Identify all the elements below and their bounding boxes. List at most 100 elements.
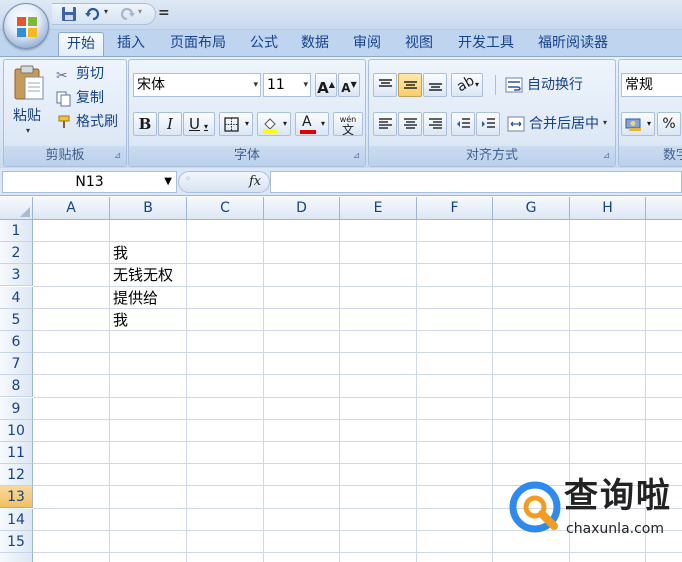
- align-top-button[interactable]: [373, 73, 397, 97]
- align-center-icon: [404, 118, 417, 129]
- cut-button[interactable]: 剪切: [76, 62, 104, 86]
- percent-style-button[interactable]: %: [657, 112, 681, 136]
- row-header-15[interactable]: 15: [0, 530, 33, 553]
- font-name-value: 宋体: [137, 77, 165, 93]
- number-format-combo[interactable]: 常规: [621, 73, 682, 97]
- column-header-f[interactable]: F: [417, 197, 493, 220]
- row-header-9[interactable]: 9: [0, 397, 33, 420]
- undo-dropdown-icon[interactable]: ▾: [104, 7, 108, 16]
- row-header-6[interactable]: 6: [0, 331, 33, 353]
- row-header-10[interactable]: 10: [0, 419, 33, 442]
- select-all-button[interactable]: [0, 197, 33, 220]
- shrink-font-icon[interactable]: A▼: [338, 73, 360, 97]
- underline-label: U: [189, 115, 200, 133]
- tab-foxit-reader[interactable]: 福昕阅读器: [530, 32, 616, 56]
- orientation-dropdown-icon[interactable]: ▾: [475, 74, 479, 96]
- align-right-button[interactable]: [423, 112, 447, 136]
- wrap-text-button[interactable]: 自动换行: [527, 73, 583, 97]
- tab-formulas[interactable]: 公式: [244, 32, 284, 56]
- copy-button[interactable]: 复制: [76, 86, 104, 110]
- orientation-button[interactable]: ab ▾: [451, 73, 483, 97]
- name-box[interactable]: N13 ▼: [2, 171, 177, 193]
- accounting-format-button[interactable]: ▾: [621, 112, 655, 136]
- column-header-e[interactable]: E: [340, 197, 417, 220]
- phonetic-guide-button[interactable]: wén 文: [333, 112, 363, 136]
- row-header-1[interactable]: 1: [0, 220, 33, 242]
- row-header-8[interactable]: 8: [0, 375, 33, 398]
- column-header-b[interactable]: B: [110, 197, 187, 220]
- cell-b2[interactable]: 我: [110, 242, 128, 264]
- row-header-partial[interactable]: [0, 553, 33, 562]
- merge-center-button[interactable]: 合并后居中: [529, 112, 599, 136]
- align-left-button[interactable]: [373, 112, 397, 136]
- insert-function-icon[interactable]: fx: [249, 172, 261, 192]
- column-header-h[interactable]: H: [570, 197, 646, 220]
- column-header-d[interactable]: D: [264, 197, 340, 220]
- column-header-g[interactable]: G: [493, 197, 570, 220]
- redo-dropdown-icon[interactable]: ▾: [138, 7, 142, 16]
- row-header-3[interactable]: 3: [0, 264, 33, 287]
- font-launcher-icon[interactable]: ⊿: [351, 151, 362, 162]
- tab-page-layout[interactable]: 页面布局: [162, 32, 234, 56]
- font-size-dropdown-icon[interactable]: ▾: [303, 74, 308, 96]
- column-header-a[interactable]: A: [33, 197, 110, 220]
- customize-qat-icon[interactable]: =: [158, 5, 170, 21]
- office-logo-icon: [17, 17, 37, 37]
- row-header-2[interactable]: 2: [0, 242, 33, 265]
- fill-color-dropdown-icon[interactable]: ▾: [283, 113, 287, 135]
- fill-color-button[interactable]: ▾: [257, 112, 291, 136]
- row-header-4[interactable]: 4: [0, 286, 33, 309]
- row-header-14[interactable]: 14: [0, 508, 33, 531]
- merge-center-dropdown-icon[interactable]: ▾: [603, 118, 607, 127]
- column-header-partial[interactable]: [646, 197, 682, 220]
- increase-indent-button[interactable]: [476, 112, 500, 136]
- alignment-launcher-icon[interactable]: ⊿: [601, 151, 612, 162]
- office-button[interactable]: [3, 3, 49, 49]
- cell-b4[interactable]: 提供给: [110, 287, 158, 309]
- formula-input[interactable]: [270, 171, 682, 193]
- bold-button[interactable]: B: [133, 112, 157, 136]
- align-center-button[interactable]: [398, 112, 422, 136]
- row-header-13[interactable]: 13: [0, 486, 33, 509]
- row-header-5[interactable]: 5: [0, 308, 33, 331]
- align-middle-button[interactable]: [398, 73, 422, 97]
- cell-b3[interactable]: 无钱无权: [110, 264, 173, 286]
- accounting-format-dropdown-icon[interactable]: ▾: [647, 113, 651, 135]
- font-name-combo[interactable]: 宋体 ▾: [133, 73, 261, 97]
- undo-icon[interactable]: [84, 5, 102, 23]
- row-header-11[interactable]: 11: [0, 442, 33, 464]
- column-header-c[interactable]: C: [187, 197, 264, 220]
- tab-view[interactable]: 视图: [398, 32, 440, 56]
- name-box-dropdown-icon[interactable]: ▼: [164, 172, 172, 192]
- align-bottom-icon: [429, 83, 442, 91]
- font-color-button[interactable]: A ▾: [295, 112, 329, 136]
- decrease-indent-button[interactable]: [451, 112, 475, 136]
- row-header-7[interactable]: 7: [0, 353, 33, 376]
- tab-home[interactable]: 开始: [58, 32, 104, 56]
- cell-b5[interactable]: 我: [110, 309, 128, 331]
- paste-button[interactable]: 粘贴: [13, 104, 41, 128]
- font-color-dropdown-icon[interactable]: ▾: [321, 113, 325, 135]
- paste-dropdown-icon[interactable]: ▾: [26, 126, 30, 135]
- increase-indent-icon: [482, 118, 495, 128]
- borders-dropdown-icon[interactable]: ▾: [245, 113, 249, 135]
- tab-data[interactable]: 数据: [294, 32, 336, 56]
- italic-button[interactable]: I: [158, 112, 182, 136]
- save-icon[interactable]: [60, 5, 78, 23]
- align-bottom-button[interactable]: [423, 73, 447, 97]
- font-size-combo[interactable]: 11 ▾: [263, 73, 311, 97]
- redo-icon[interactable]: [118, 5, 136, 23]
- paste-icon[interactable]: [12, 64, 46, 102]
- underline-dropdown-icon[interactable]: ▾: [204, 122, 208, 131]
- borders-button[interactable]: ▾: [219, 112, 253, 136]
- grow-font-icon[interactable]: A▲: [315, 73, 337, 97]
- select-all-icon: [20, 207, 30, 217]
- font-name-dropdown-icon[interactable]: ▾: [253, 74, 258, 96]
- row-header-12[interactable]: 12: [0, 464, 33, 487]
- format-painter-button[interactable]: 格式刷: [76, 110, 118, 134]
- underline-button[interactable]: U ▾: [183, 112, 215, 136]
- tab-insert[interactable]: 插入: [110, 32, 152, 56]
- tab-developer[interactable]: 开发工具: [450, 32, 522, 56]
- clipboard-launcher-icon[interactable]: ⊿: [112, 151, 123, 162]
- tab-review[interactable]: 审阅: [346, 32, 388, 56]
